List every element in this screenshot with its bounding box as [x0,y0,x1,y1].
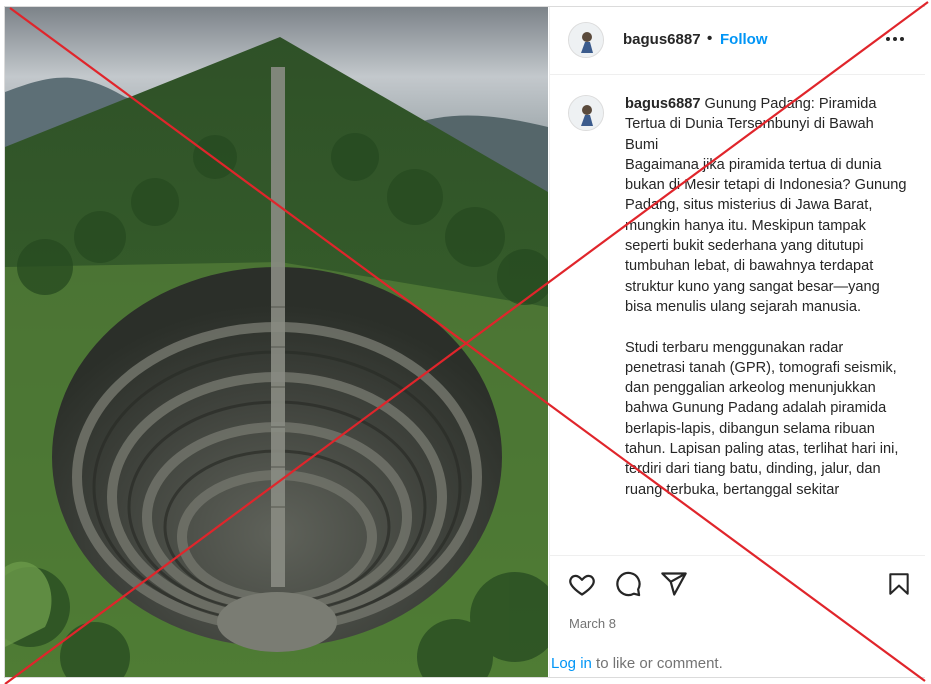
caption-text: Gunung Padang: Piramida Tertua di Dunia … [625,96,907,498]
user-avatar-icon [569,23,603,57]
post-date: March 8 [569,616,616,631]
comment-icon[interactable] [614,570,642,598]
separator-dot: • [707,30,713,47]
heart-icon[interactable] [568,570,596,598]
caption-username[interactable]: bagus6887 [625,96,700,112]
avatar[interactable] [568,22,604,58]
post-caption: bagus6887 Gunung Padang: Piramida Tertua… [625,94,907,554]
share-icon[interactable] [660,570,688,598]
post-side-panel: bagus6887 • Follow bagus6887 Gunung Pada… [549,7,925,677]
post-image-illustration [5,7,548,677]
post-image[interactable] [5,7,548,677]
user-avatar-icon [569,96,603,130]
login-link[interactable]: Log in [551,655,592,672]
more-options-icon[interactable] [883,29,907,49]
post-username[interactable]: bagus6887 [623,31,701,48]
post-header: bagus6887 • Follow [550,7,925,75]
actions-divider [550,555,925,556]
login-suffix: to like or comment. [591,655,723,672]
login-prompt: Log in to like or comment. [551,655,723,672]
follow-button[interactable]: Follow [720,31,768,48]
caption-avatar[interactable] [568,95,604,131]
bookmark-icon[interactable] [886,570,912,598]
